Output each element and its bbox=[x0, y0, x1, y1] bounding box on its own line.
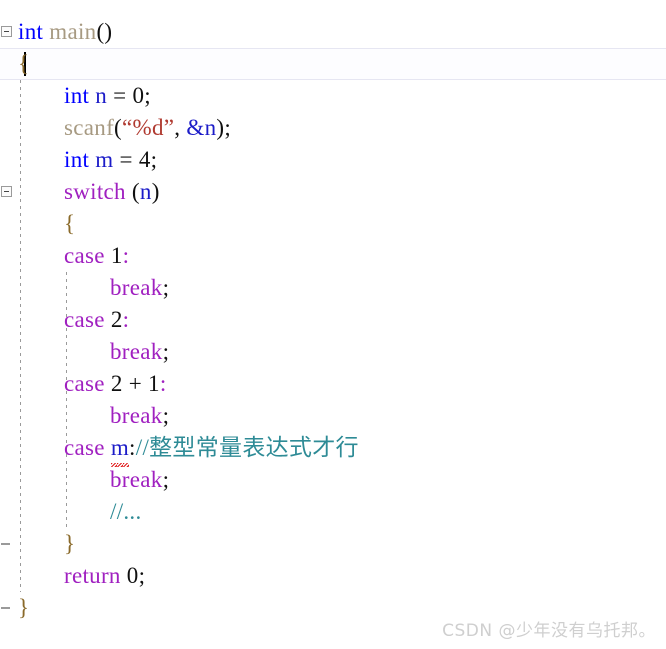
code-token: ; bbox=[162, 275, 170, 300]
error-squiggle-token: m bbox=[110, 432, 130, 467]
code-token: 2 bbox=[110, 307, 123, 332]
code-token: int bbox=[64, 83, 90, 108]
code-line[interactable]: return 0; bbox=[0, 560, 666, 592]
code-token: ) bbox=[151, 179, 160, 204]
code-line[interactable]: case 1: bbox=[0, 240, 666, 272]
code-token: } bbox=[64, 531, 76, 556]
code-token: switch bbox=[64, 179, 126, 204]
code-token: 1 bbox=[148, 371, 160, 396]
code-line[interactable]: { bbox=[0, 208, 666, 240]
code-line[interactable]: int m = 4; bbox=[0, 144, 666, 176]
code-token: ; bbox=[144, 83, 151, 108]
code-token: //整型常量表达式才行 bbox=[135, 435, 359, 460]
code-token: m bbox=[95, 147, 114, 172]
code-line[interactable]: break; bbox=[0, 400, 666, 432]
code-token: n bbox=[95, 83, 108, 108]
code-token: scanf bbox=[64, 115, 115, 140]
code-token: ( bbox=[125, 179, 140, 204]
code-line[interactable]: scanf(“%d”, &n); bbox=[0, 112, 666, 144]
code-token: { bbox=[18, 51, 30, 76]
code-line[interactable]: case m://整型常量表达式才行 bbox=[0, 432, 666, 467]
code-token: break bbox=[110, 403, 163, 428]
code-token: ; bbox=[150, 147, 158, 172]
code-token: int bbox=[64, 147, 90, 172]
code-token: , bbox=[174, 115, 187, 140]
code-token: : bbox=[122, 307, 130, 332]
code-line[interactable]: case 2 + 1: bbox=[0, 368, 666, 400]
code-token: 2 bbox=[110, 371, 123, 396]
code-token: main bbox=[49, 19, 97, 44]
code-token: ; bbox=[162, 339, 170, 364]
code-token: 1 bbox=[110, 243, 123, 268]
code-token: “%d” bbox=[122, 115, 175, 140]
code-text-layer[interactable]: int main(){int n = 0; scanf(“%d”, &n); int… bbox=[0, 0, 666, 649]
code-token: = bbox=[113, 147, 139, 172]
code-token: ; bbox=[138, 563, 146, 588]
code-token: //... bbox=[110, 499, 142, 524]
code-token: ( bbox=[114, 115, 122, 140]
code-token: : bbox=[129, 435, 136, 460]
code-line[interactable]: int n = 0; bbox=[0, 80, 666, 112]
code-token: case bbox=[64, 243, 105, 268]
code-line[interactable]: case 2: bbox=[0, 304, 666, 336]
code-token: case bbox=[64, 371, 105, 396]
code-token: 0 bbox=[132, 83, 145, 108]
code-line[interactable]: break; bbox=[0, 336, 666, 368]
code-token: : bbox=[159, 371, 167, 396]
code-line[interactable]: switch (n) bbox=[0, 176, 666, 208]
code-token: case bbox=[64, 435, 105, 460]
code-token: } bbox=[18, 595, 30, 620]
code-token: ; bbox=[162, 403, 170, 428]
code-line[interactable]: break; bbox=[0, 272, 666, 304]
code-token: ); bbox=[216, 115, 232, 140]
code-token: break bbox=[110, 339, 163, 364]
code-line[interactable]: //... bbox=[0, 496, 666, 528]
code-token: 0 bbox=[126, 563, 139, 588]
code-line[interactable]: } bbox=[0, 528, 666, 560]
code-line[interactable]: break; bbox=[0, 464, 666, 496]
code-token: n bbox=[139, 179, 152, 204]
code-token: = bbox=[107, 83, 133, 108]
csdn-watermark: CSDN @少年没有乌托邦。 bbox=[442, 621, 656, 641]
code-token: return bbox=[64, 563, 121, 588]
code-token: &n bbox=[186, 115, 217, 140]
code-token: 4 bbox=[138, 147, 151, 172]
code-token: int bbox=[18, 19, 44, 44]
code-editor[interactable]: int main(){int n = 0; scanf(“%d”, &n); int… bbox=[0, 0, 666, 649]
code-token: break bbox=[110, 275, 163, 300]
code-token: case bbox=[64, 307, 105, 332]
code-token: ; bbox=[162, 467, 170, 492]
code-token: + bbox=[122, 371, 149, 396]
code-line[interactable]: { bbox=[0, 48, 666, 80]
code-token: : bbox=[122, 243, 130, 268]
code-token: { bbox=[64, 211, 76, 236]
code-token: break bbox=[110, 467, 163, 492]
code-line[interactable]: int main() bbox=[0, 16, 666, 48]
code-token: () bbox=[96, 19, 113, 44]
